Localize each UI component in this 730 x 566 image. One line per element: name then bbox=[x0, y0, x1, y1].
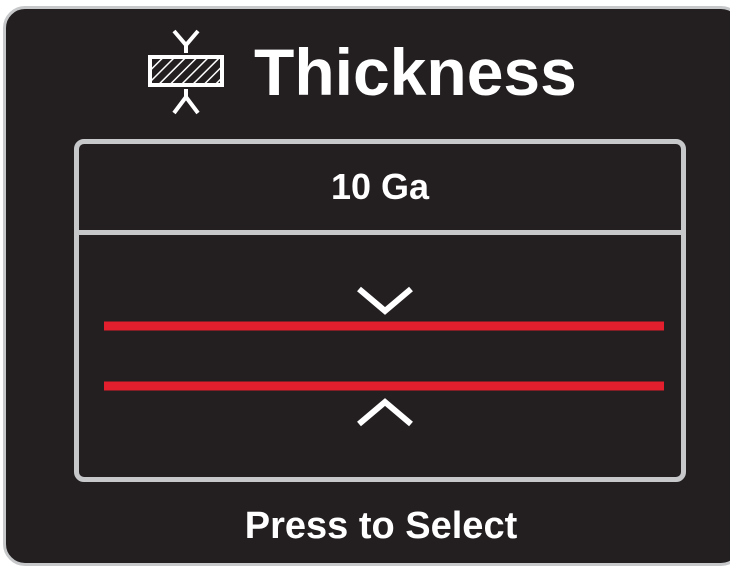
chevron-up-icon bbox=[357, 398, 413, 427]
chevron-down-icon bbox=[357, 286, 413, 315]
header: Thickness bbox=[136, 27, 577, 117]
thickness-gauge-icon bbox=[148, 29, 224, 115]
page-title: Thickness bbox=[254, 35, 577, 109]
thickness-selector-panel[interactable]: 10 Ga bbox=[74, 139, 686, 482]
selected-value-row: 10 Ga bbox=[79, 144, 681, 235]
display-screen: Thickness 10 Ga Press to Select bbox=[3, 6, 730, 566]
material-gap-graphic bbox=[104, 286, 664, 427]
press-to-select-prompt: Press to Select bbox=[244, 505, 518, 547]
selected-thickness-value: 10 Ga bbox=[330, 166, 430, 207]
